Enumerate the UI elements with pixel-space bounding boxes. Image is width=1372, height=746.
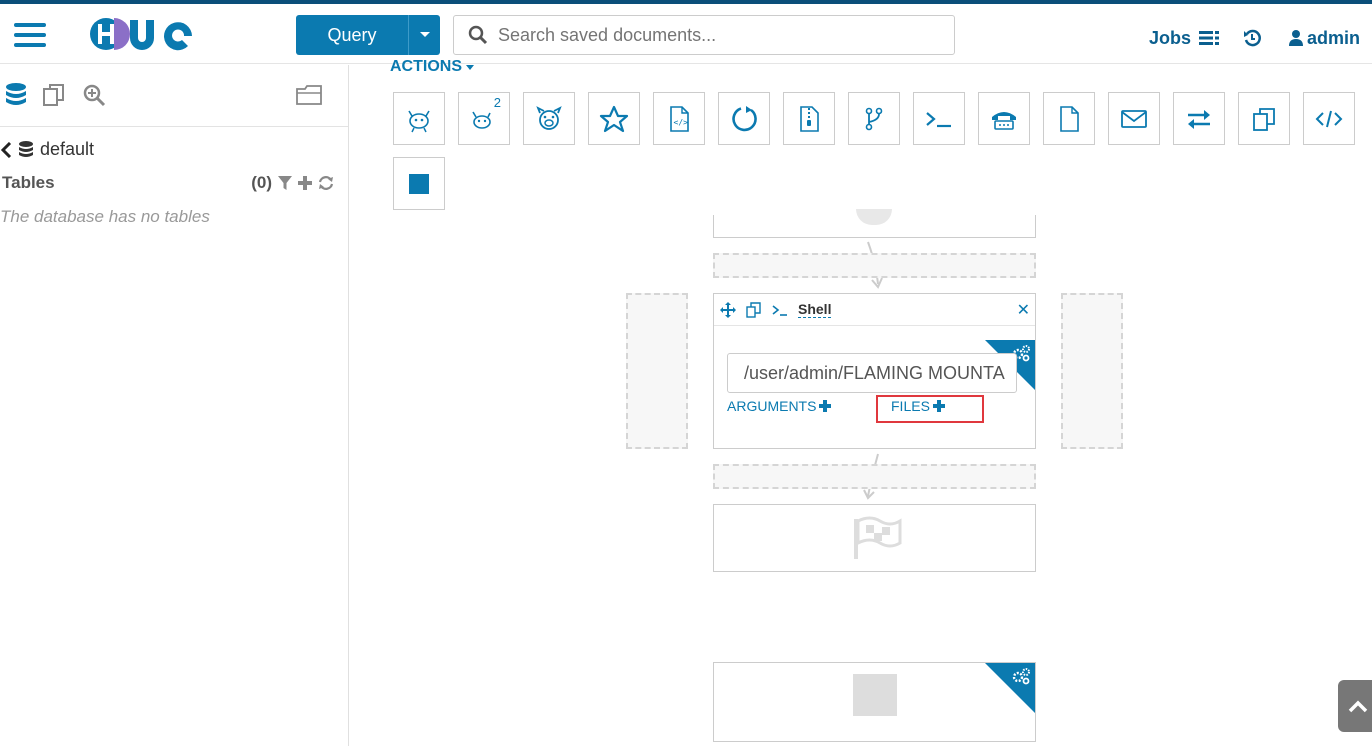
copy-icon[interactable] bbox=[746, 301, 762, 318]
distcp-action-button[interactable] bbox=[1238, 92, 1290, 145]
search-box[interactable] bbox=[453, 15, 955, 55]
email-action-button[interactable] bbox=[1108, 92, 1160, 145]
start-circle-icon bbox=[856, 209, 892, 225]
subworkflow-action-button[interactable] bbox=[848, 92, 900, 145]
kill-square-icon bbox=[853, 674, 897, 716]
close-icon[interactable]: ✕ bbox=[1017, 300, 1030, 320]
terminal-icon bbox=[772, 304, 787, 316]
envelope-icon bbox=[1121, 109, 1147, 128]
hive2-action-button[interactable]: 2 bbox=[458, 92, 510, 145]
zoom-search-icon[interactable] bbox=[82, 83, 106, 107]
caret-down-icon bbox=[466, 65, 475, 70]
tables-label: Tables bbox=[2, 173, 55, 192]
actions-label: ACTIONS bbox=[390, 58, 462, 75]
shell-node-header: Shell bbox=[714, 294, 1035, 326]
node-settings-corner[interactable] bbox=[985, 663, 1035, 713]
database-icon[interactable] bbox=[5, 83, 27, 109]
database-icon bbox=[19, 140, 33, 157]
mapreduce-action-button[interactable] bbox=[783, 92, 835, 145]
hive2-badge: 2 bbox=[493, 95, 501, 110]
pig-action-button[interactable] bbox=[588, 92, 640, 145]
jobs-list-icon bbox=[1198, 31, 1219, 45]
arguments-label: ARGUMENTS bbox=[727, 398, 817, 414]
pig-icon bbox=[599, 105, 629, 132]
streaming-action-button[interactable] bbox=[1173, 92, 1225, 145]
search-input[interactable] bbox=[498, 24, 938, 46]
chevron-left-icon[interactable] bbox=[0, 141, 12, 158]
java-file-icon: </> bbox=[670, 105, 689, 132]
shell-command-input[interactable] bbox=[727, 353, 1017, 393]
jobs-button[interactable]: Jobs bbox=[1149, 28, 1219, 49]
documents-icon[interactable] bbox=[42, 83, 66, 107]
menu-icon[interactable] bbox=[14, 23, 46, 49]
drop-zone-top[interactable] bbox=[713, 253, 1036, 278]
shell-action-node[interactable]: Shell ✕ ARGUMENTS FILES bbox=[713, 293, 1036, 449]
jobs-label: Jobs bbox=[1148, 27, 1191, 48]
fs-action-button[interactable] bbox=[1043, 92, 1095, 145]
folder-open-icon[interactable] bbox=[295, 83, 323, 107]
gears-icon bbox=[1012, 668, 1030, 685]
highlight-box bbox=[876, 395, 984, 423]
copy-icon bbox=[1253, 107, 1275, 131]
end-node[interactable] bbox=[713, 504, 1036, 572]
impala-action-button[interactable] bbox=[523, 92, 575, 145]
drop-zone-right[interactable] bbox=[1061, 293, 1123, 449]
hue-logo[interactable] bbox=[88, 14, 212, 54]
empty-tables-message: The database has no tables bbox=[0, 207, 210, 226]
actions-dropdown[interactable]: ACTIONS bbox=[390, 58, 475, 76]
phone-icon bbox=[992, 111, 1016, 130]
impala-icon bbox=[536, 105, 562, 130]
filter-icon[interactable] bbox=[278, 176, 292, 190]
terminal-icon bbox=[926, 111, 951, 127]
database-breadcrumb[interactable]: default bbox=[0, 139, 94, 160]
start-node[interactable] bbox=[713, 209, 1036, 238]
java-action-button[interactable]: </> bbox=[653, 92, 705, 145]
sqoop-action-button[interactable] bbox=[718, 92, 770, 145]
top-navbar: Query Jobs admin bbox=[0, 4, 1372, 64]
file-icon bbox=[1060, 105, 1079, 132]
query-button-label: Query bbox=[327, 25, 377, 45]
ssh-action-button[interactable] bbox=[978, 92, 1030, 145]
hive-action-button[interactable] bbox=[393, 92, 445, 145]
shell-action-button[interactable] bbox=[913, 92, 965, 145]
scroll-to-top-button[interactable] bbox=[1338, 680, 1372, 732]
database-name: default bbox=[40, 139, 95, 159]
zip-file-icon bbox=[800, 105, 819, 132]
move-icon[interactable] bbox=[720, 301, 736, 318]
kill-action-button[interactable] bbox=[393, 157, 445, 210]
history-icon[interactable] bbox=[1243, 29, 1261, 47]
code-icon bbox=[1315, 110, 1343, 127]
flag-icon bbox=[854, 516, 902, 559]
svg-text:</>: </> bbox=[674, 118, 689, 127]
user-menu[interactable]: admin bbox=[1288, 27, 1360, 49]
plus-icon[interactable] bbox=[298, 176, 312, 190]
refresh-icon[interactable] bbox=[318, 175, 334, 191]
chevron-down-icon[interactable] bbox=[408, 15, 440, 55]
shell-node-title[interactable]: Shell bbox=[798, 301, 832, 318]
sqoop-circle-icon bbox=[732, 105, 757, 131]
generic-action-button[interactable] bbox=[1303, 92, 1355, 145]
hive-icon bbox=[408, 110, 430, 132]
left-assist-panel: default Tables (0) The database has no t… bbox=[0, 65, 349, 746]
add-arguments-link[interactable]: ARGUMENTS bbox=[727, 398, 832, 414]
branch-icon bbox=[865, 107, 883, 130]
user-icon bbox=[1288, 30, 1303, 46]
stop-square-icon bbox=[409, 173, 429, 194]
chevron-up-icon bbox=[1348, 700, 1368, 713]
kill-node[interactable] bbox=[713, 662, 1036, 742]
exchange-icon bbox=[1188, 109, 1210, 129]
tables-header: Tables (0) bbox=[2, 173, 334, 193]
search-icon bbox=[468, 25, 488, 45]
query-button[interactable]: Query bbox=[296, 15, 440, 55]
assist-toolbar bbox=[0, 65, 348, 127]
drop-zone-bottom[interactable] bbox=[713, 464, 1036, 489]
drop-zone-left[interactable] bbox=[626, 293, 688, 449]
user-name: admin bbox=[1306, 27, 1360, 48]
tables-count: (0) bbox=[251, 173, 272, 192]
plus-icon bbox=[819, 400, 832, 412]
